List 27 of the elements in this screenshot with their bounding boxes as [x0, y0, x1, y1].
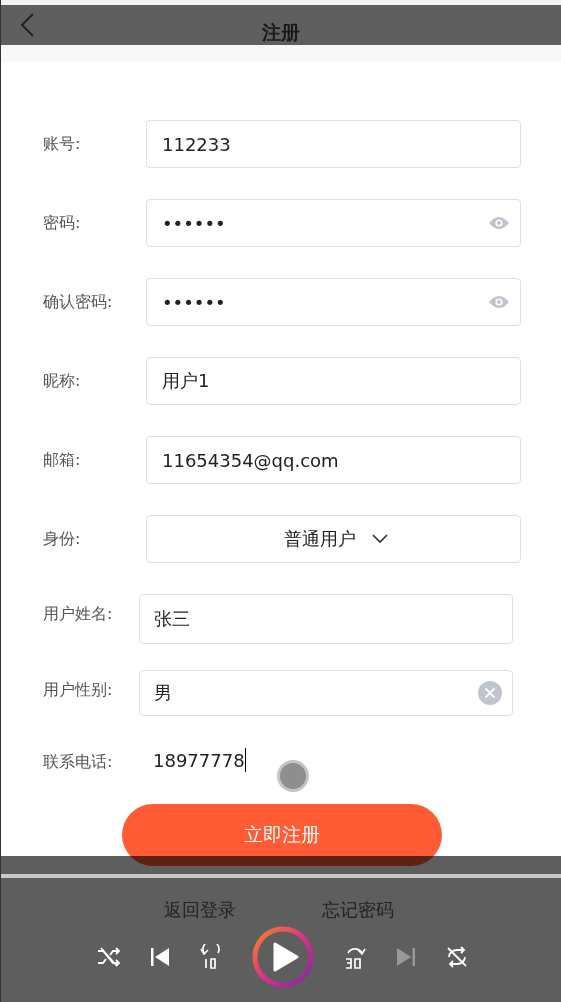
input-field[interactable]: 用户1: [146, 357, 521, 405]
field-label: 密码:: [42, 212, 82, 234]
field-label: 用户性别:: [42, 679, 114, 701]
input-field[interactable]: 张三: [139, 594, 513, 644]
page-title: 注册: [262, 20, 300, 45]
select-field[interactable]: 普通用户: [146, 515, 521, 563]
field-label: 邮箱:: [42, 449, 82, 471]
field-label: 确认密码:: [42, 291, 114, 313]
field-label: 用户姓名:: [42, 603, 114, 625]
field-label: 昵称:: [42, 370, 82, 392]
input-field[interactable]: 112233: [146, 120, 521, 168]
field-label: 联系电话:: [42, 751, 114, 773]
input-field[interactable]: 男: [139, 670, 513, 716]
chevron-down-icon: [372, 534, 388, 544]
play-icon[interactable]: [252, 926, 314, 988]
input-field[interactable]: ••••••: [146, 278, 521, 326]
field-label: 身份:: [42, 528, 82, 550]
shuffle-off-icon[interactable]: [97, 946, 121, 968]
repeat-off-icon[interactable]: [445, 945, 469, 969]
previous-icon[interactable]: [150, 947, 170, 967]
touch-indicator: [277, 760, 309, 792]
field-label: 账号:: [42, 133, 82, 155]
rewind-10-icon[interactable]: [199, 944, 223, 970]
input-field[interactable]: 11654354@qq.com: [146, 436, 521, 484]
back-icon[interactable]: [19, 12, 35, 38]
text-cursor: [244, 748, 247, 772]
input-field[interactable]: ••••••: [146, 199, 521, 247]
